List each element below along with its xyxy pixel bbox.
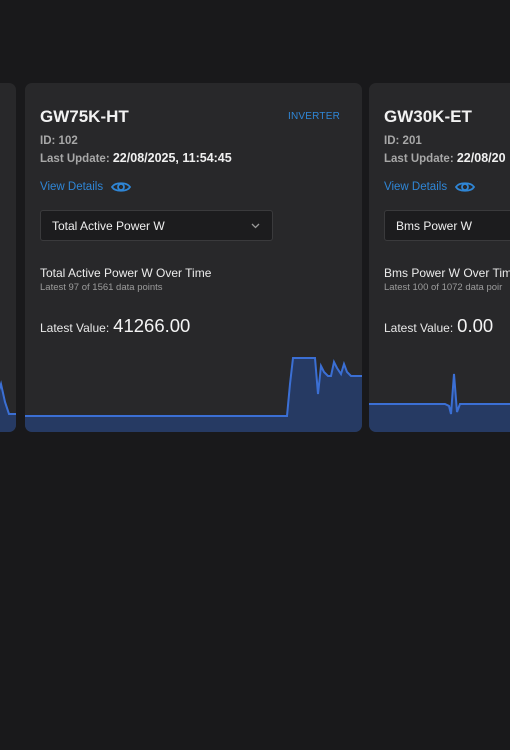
view-details-label: View Details	[384, 181, 448, 193]
device-id-value: 201	[402, 135, 422, 147]
latest-value-label: Latest Value:	[40, 321, 110, 335]
device-card-next: GW30K-ET ID: 201 Last Update: 22/08/20 V…	[369, 83, 510, 432]
device-name: GW30K-ET	[384, 107, 472, 126]
chart-title: Bms Power W Over Tim	[384, 266, 510, 280]
latest-value-number: 0.00	[457, 315, 494, 336]
view-details-link[interactable]: View Details	[384, 180, 476, 194]
last-update-value: 22/08/20	[456, 151, 506, 165]
metric-select[interactable]: Total Active Power W	[40, 210, 273, 241]
device-id: ID: 102	[40, 135, 78, 147]
dashboard-viewport: GW75K-HT INVERTER ID: 102 Last Update: 2…	[0, 0, 510, 750]
chart-subtitle: Latest 100 of 1072 data poir	[384, 282, 503, 293]
device-id: ID: 201	[384, 135, 422, 147]
metric-select[interactable]: Bms Power W	[384, 210, 510, 241]
last-update: Last Update: 22/08/2025, 11:54:45	[40, 151, 232, 165]
device-type-badge: INVERTER	[288, 111, 340, 122]
device-card-previous	[0, 83, 16, 432]
view-details-link[interactable]: View Details	[40, 180, 132, 194]
latest-value-label: Latest Value:	[384, 321, 454, 335]
sparkline-previous	[0, 380, 16, 432]
view-details-label: View Details	[40, 181, 104, 193]
device-id-label: ID:	[40, 135, 56, 147]
device-name: GW75K-HT	[40, 107, 129, 126]
sparkline-chart	[25, 357, 362, 432]
latest-value-number: 41266.00	[113, 315, 191, 336]
latest-value: Latest Value: 41266.00	[40, 315, 190, 337]
chart-title: Total Active Power W Over Time	[40, 266, 212, 280]
last-update-label: Last Update:	[40, 153, 110, 165]
chevron-down-icon	[251, 223, 260, 229]
last-update: Last Update: 22/08/20	[384, 151, 506, 165]
sparkline-chart	[369, 373, 510, 432]
device-id-value: 102	[58, 135, 78, 147]
chart-subtitle: Latest 97 of 1561 data points	[40, 282, 163, 293]
last-update-label: Last Update:	[384, 153, 454, 165]
device-id-label: ID:	[384, 135, 400, 147]
device-card: GW75K-HT INVERTER ID: 102 Last Update: 2…	[25, 83, 362, 432]
latest-value: Latest Value: 0.00	[384, 315, 493, 337]
eye-icon	[455, 182, 476, 192]
metric-select-value: Bms Power W	[396, 218, 473, 233]
metric-select-value: Total Active Power W	[52, 218, 165, 233]
eye-icon	[111, 182, 132, 192]
last-update-value: 22/08/2025, 11:54:45	[112, 151, 232, 165]
